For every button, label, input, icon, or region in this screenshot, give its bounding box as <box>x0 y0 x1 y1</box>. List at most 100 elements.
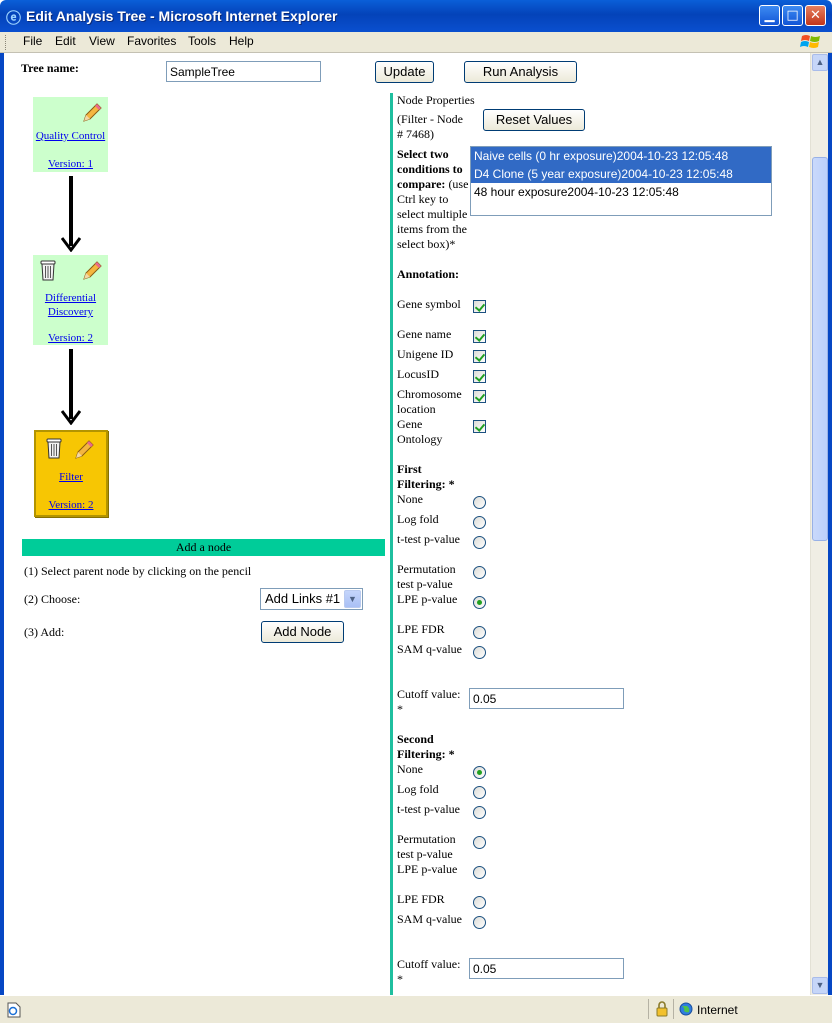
annotation-option-label: Gene symbol <box>397 297 461 311</box>
filter-option-label: LPE p-value <box>397 592 458 606</box>
menu-bar: File Edit View Favorites Tools Help <box>0 32 832 53</box>
filter-option-label: SAM q-value <box>397 642 462 656</box>
filter-option-label: t-test p-value <box>397 532 460 546</box>
first-filtering-label: First Filtering: * <box>397 462 455 491</box>
scroll-up-icon[interactable]: ▲ <box>812 54 828 71</box>
second-cutoff-input[interactable] <box>469 958 624 979</box>
second-filtering-label: Second Filtering: * <box>397 732 455 761</box>
locus-id-checkbox[interactable] <box>473 370 486 383</box>
minimize-button[interactable]: ▁ <box>759 5 780 26</box>
unigene-id-checkbox[interactable] <box>473 350 486 363</box>
window-title: Edit Analysis Tree - Microsoft Internet … <box>26 8 338 24</box>
condition-option[interactable]: D4 Clone (5 year exposure)2004-10-23 12:… <box>471 165 771 183</box>
scroll-down-icon[interactable]: ▼ <box>812 977 828 994</box>
pencil-icon[interactable] <box>72 438 96 462</box>
filter-option-label: LPE FDR <box>397 622 445 636</box>
first-filter-radio-lpe-pvalue[interactable] <box>473 596 486 609</box>
menu-view[interactable]: View <box>89 34 115 48</box>
node-version-link[interactable]: Version: 1 <box>33 157 108 171</box>
scroll-thumb[interactable] <box>812 157 828 541</box>
node-version-link[interactable]: Version: 2 <box>36 498 106 512</box>
add-node-header: Add a node <box>22 539 385 556</box>
second-filter-radio-permutation[interactable] <box>473 836 486 849</box>
first-filter-radio-sam[interactable] <box>473 646 486 659</box>
trash-icon[interactable] <box>39 259 57 281</box>
tree-name-label: Tree name: <box>21 61 79 75</box>
status-bar: Internet <box>0 995 832 1023</box>
toolbar-grip <box>5 35 8 50</box>
chevron-down-icon[interactable]: ▼ <box>344 590 361 608</box>
cutoff-label: Cutoff value: * <box>397 957 461 986</box>
reset-values-button[interactable]: Reset Values <box>483 109 585 131</box>
filter-option-label: None <box>397 762 423 776</box>
filter-option-label: LPE FDR <box>397 892 445 906</box>
add-links-select[interactable]: Add Links #1 ▼ <box>260 588 363 610</box>
filter-option-label: Log fold <box>397 512 439 526</box>
menu-favorites[interactable]: Favorites <box>127 34 176 48</box>
first-filter-radio-permutation[interactable] <box>473 566 486 579</box>
add-node-step1: (1) Select parent node by clicking on th… <box>24 564 252 578</box>
filter-option-label: Permutation test p-value <box>397 562 456 591</box>
node-properties-heading: Node Properties <box>397 93 475 107</box>
filter-option-label: None <box>397 492 423 506</box>
second-filter-radio-none[interactable] <box>473 766 486 779</box>
filter-option-label: SAM q-value <box>397 912 462 926</box>
filter-option-label: LPE p-value <box>397 862 458 876</box>
tree-node-filter: Filter Version: 2 <box>34 430 108 517</box>
second-filter-radio-sam[interactable] <box>473 916 486 929</box>
title-bar: ⓔ Edit Analysis Tree - Microsoft Interne… <box>0 0 832 32</box>
first-filter-radio-none[interactable] <box>473 496 486 509</box>
first-filter-radio-log-fold[interactable] <box>473 516 486 529</box>
close-button[interactable]: ✕ <box>805 5 826 26</box>
add-node-step2: (2) Choose: <box>24 592 81 606</box>
globe-icon <box>679 1002 693 1016</box>
annotation-option-label: LocusID <box>397 367 439 381</box>
first-filter-radio-ttest[interactable] <box>473 536 486 549</box>
chromosome-location-checkbox[interactable] <box>473 390 486 403</box>
trash-icon[interactable] <box>45 437 63 459</box>
vertical-scrollbar[interactable]: ▲ ▼ <box>810 53 828 995</box>
annotation-option-label: Gene Ontology <box>397 417 443 446</box>
menu-edit[interactable]: Edit <box>55 34 76 48</box>
filter-option-label: Permutation test p-value <box>397 832 456 861</box>
menu-tools[interactable]: Tools <box>188 34 216 48</box>
lock-icon <box>656 1001 668 1017</box>
node-link-filter[interactable]: Filter <box>36 470 106 484</box>
gene-symbol-checkbox[interactable] <box>473 300 486 313</box>
tree-connector-arrow <box>61 176 81 252</box>
annotation-option-label: Chromosome location <box>397 387 462 416</box>
add-node-step3: (3) Add: <box>24 625 65 639</box>
maximize-button[interactable]: □ <box>782 5 803 26</box>
page-icon <box>7 1002 21 1018</box>
run-analysis-button[interactable]: Run Analysis <box>464 61 577 83</box>
tree-node-quality-control: Quality Control Version: 1 <box>33 97 108 172</box>
condition-option[interactable]: 48 hour exposure2004-10-23 12:05:48 <box>471 183 771 201</box>
node-version-link[interactable]: Version: 2 <box>33 331 108 345</box>
menu-file[interactable]: File <box>23 34 42 48</box>
add-links-select-value: Add Links #1 <box>265 591 341 606</box>
second-filter-radio-ttest[interactable] <box>473 806 486 819</box>
node-link-quality-control[interactable]: Quality Control <box>33 129 108 143</box>
annotation-label: Annotation: <box>397 267 460 281</box>
pencil-icon[interactable] <box>80 101 104 125</box>
menu-help[interactable]: Help <box>229 34 254 48</box>
second-filter-radio-log-fold[interactable] <box>473 786 486 799</box>
conditions-listbox[interactable]: Naive cells (0 hr exposure)2004-10-23 12… <box>470 146 772 216</box>
update-button[interactable]: Update <box>375 61 434 83</box>
annotation-option-label: Unigene ID <box>397 347 454 361</box>
second-filter-radio-lpe-fdr[interactable] <box>473 896 486 909</box>
select-conditions-label: Select two conditions to compare: (use C… <box>397 147 469 251</box>
first-cutoff-input[interactable] <box>469 688 624 709</box>
node-link-differential-discovery[interactable]: Differential Discovery <box>33 291 108 319</box>
pencil-icon[interactable] <box>80 259 104 283</box>
first-filter-radio-lpe-fdr[interactable] <box>473 626 486 639</box>
gene-name-checkbox[interactable] <box>473 330 486 343</box>
window-frame-right <box>828 53 832 997</box>
filter-option-label: t-test p-value <box>397 802 460 816</box>
add-node-button[interactable]: Add Node <box>261 621 344 643</box>
gene-ontology-checkbox[interactable] <box>473 420 486 433</box>
security-zone-label: Internet <box>697 1003 738 1017</box>
tree-name-input[interactable] <box>166 61 321 82</box>
second-filter-radio-lpe-pvalue[interactable] <box>473 866 486 879</box>
condition-option[interactable]: Naive cells (0 hr exposure)2004-10-23 12… <box>471 147 771 165</box>
